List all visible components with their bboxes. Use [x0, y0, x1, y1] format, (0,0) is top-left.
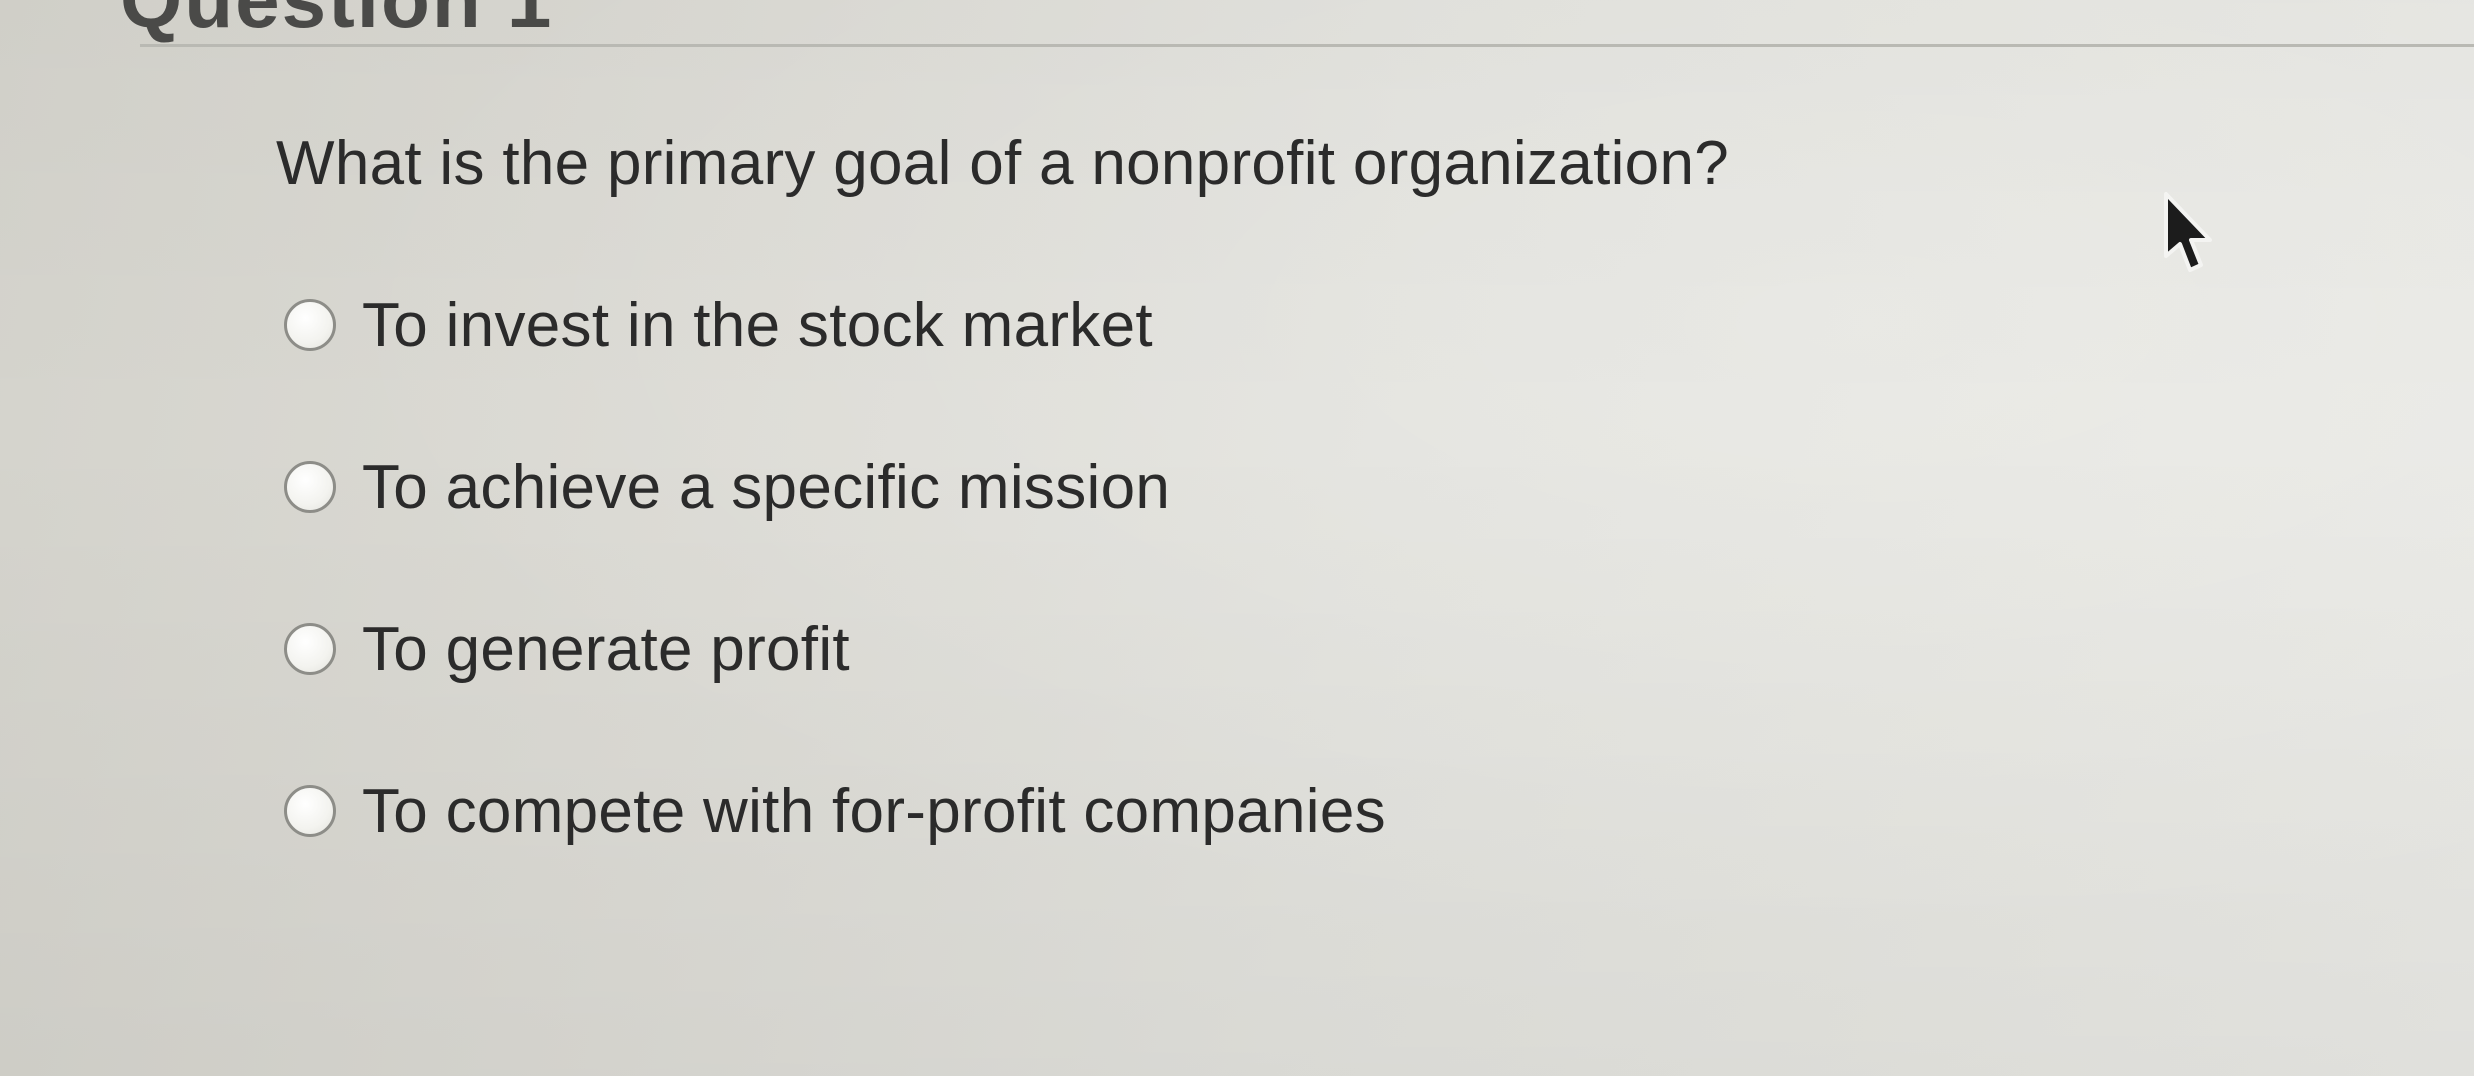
answer-options: To invest in the stock market To achieve…	[284, 282, 1386, 930]
section-header: Question 1	[0, 0, 2474, 44]
question-text: What is the primary goal of a nonprofit …	[276, 129, 1730, 198]
section-divider	[140, 44, 2474, 47]
radio-button[interactable]	[284, 461, 336, 513]
answer-option-label[interactable]: To compete with for-profit companies	[362, 776, 1386, 847]
section-title: Question 1	[120, 0, 553, 44]
answer-option[interactable]: To invest in the stock market	[284, 282, 1386, 368]
radio-button[interactable]	[284, 299, 336, 351]
radio-button[interactable]	[284, 785, 336, 837]
answer-option-label[interactable]: To invest in the stock market	[362, 290, 1153, 361]
answer-option[interactable]: To compete with for-profit companies	[284, 768, 1386, 854]
answer-option-label[interactable]: To achieve a specific mission	[362, 452, 1170, 523]
answer-option[interactable]: To generate profit	[284, 606, 1386, 692]
radio-button[interactable]	[284, 623, 336, 675]
answer-option[interactable]: To achieve a specific mission	[284, 444, 1386, 530]
arrow-cursor-icon	[2164, 192, 2212, 272]
answer-option-label[interactable]: To generate profit	[362, 614, 850, 685]
